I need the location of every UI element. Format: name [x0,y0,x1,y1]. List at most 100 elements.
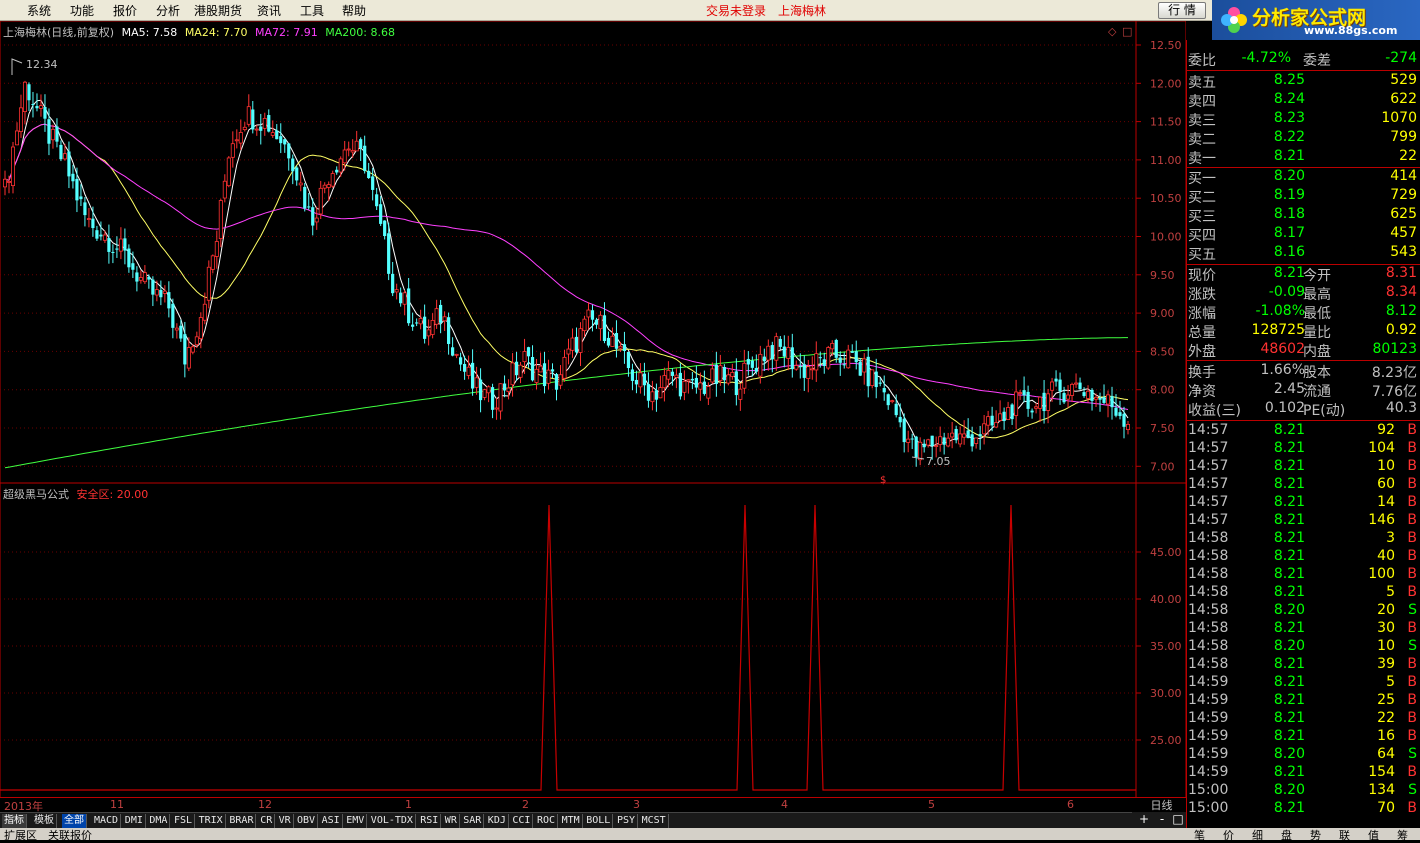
candle-body [322,184,327,189]
tab-mcst[interactable]: MCST [640,814,669,828]
menu-system[interactable]: 系统 [27,2,51,19]
tab-obv[interactable]: OBV [295,814,319,828]
tab-指标[interactable]: 指标 [2,814,27,828]
menu-info[interactable]: 资讯 [257,2,281,19]
panel-tab-5[interactable]: 联 [1339,827,1350,843]
flower-logo-icon [1221,7,1247,33]
tab-macd[interactable]: MACD [92,814,122,828]
tick-row: 14:59 8.21 154 B [1187,764,1420,783]
panel-tab-7[interactable]: 筹 [1397,827,1408,843]
panel-tab-6[interactable]: 值 [1368,827,1379,843]
tab-asi[interactable]: ASI [320,814,343,828]
quote-button[interactable]: 行 情 [1158,2,1206,19]
tab-vol-tdx[interactable]: VOL-TDX [369,814,416,828]
candle-body [1090,389,1094,401]
candle-body [303,186,307,209]
level-label: 买五 [1188,247,1216,263]
menu-help[interactable]: 帮助 [342,2,366,19]
tab-cr[interactable]: CR [258,814,276,828]
candle-body [782,346,786,357]
candle-body [206,266,211,301]
tab-trix[interactable]: TRIX [197,814,226,828]
stat-row: 外盘 48602 内盘 80123 [1187,341,1420,360]
tick-side: B [1407,692,1417,708]
high-marker [11,58,23,75]
candle-body [454,353,459,356]
candle-body [1046,393,1051,411]
candle-body [198,317,203,340]
tick-time: 14:59 [1188,692,1229,708]
candle-body [770,345,774,360]
zoom-out-button[interactable]: - [1154,812,1170,828]
tick-row: 14:58 8.21 100 B [1187,566,1420,585]
candle-body [766,345,771,361]
close-icon[interactable]: □ [1170,812,1186,828]
stat-value: 8.12 [1385,303,1417,319]
tick-row: 14:58 8.21 5 B [1187,584,1420,603]
tab-roc[interactable]: ROC [535,814,559,828]
tab-psy[interactable]: PSY [615,814,639,828]
chart-square-icon[interactable]: □ [1122,25,1132,38]
candle-body [538,365,543,373]
period-label[interactable]: 日线 [1137,797,1186,812]
zoom-in-button[interactable]: + [1136,812,1152,828]
panel-tab-3[interactable]: 盘 [1281,827,1292,843]
tick-volume: 10 [1377,458,1395,474]
brand-url[interactable]: www.88gs.com [1304,24,1397,37]
tab-dma[interactable]: DMA [147,814,171,828]
tab-cci[interactable]: CCI [510,814,534,828]
panel-tab-2[interactable]: 细 [1252,827,1263,843]
tab-vr[interactable]: VR [277,814,294,828]
candle-body [91,218,95,229]
candle-body [27,84,31,101]
panel-tab-1[interactable]: 价 [1223,827,1234,843]
price-axis-label: 9.00 [1150,307,1175,320]
tab-brar[interactable]: BRAR [227,814,257,828]
tab-sar[interactable]: SAR [461,814,485,828]
fin-label: 净资 [1188,384,1216,400]
stat-label: 涨幅 [1188,306,1216,322]
login-status[interactable]: 交易未登录 [706,2,766,19]
menu-analysis[interactable]: 分析 [156,2,180,19]
tick-time: 14:57 [1188,422,1229,438]
candle-body [326,184,331,188]
panel-tab-4[interactable]: 势 [1310,827,1321,843]
candle-body [383,220,387,237]
candle-body [318,187,323,215]
level-price: 8.24 [1273,91,1305,107]
extension-tab[interactable]: 扩展区 [4,827,37,843]
kline-chart[interactable]: 12.50 12.00 11.50 11.00 10.50 10.00 9.50 9.00 8.… [0,21,1186,798]
related-quote-tab[interactable]: 关联报价 [48,827,92,843]
menu-quote[interactable]: 报价 [113,2,137,19]
candle-body [1078,382,1082,390]
candle-body [18,107,23,132]
tab-dmi[interactable]: DMI [123,814,146,828]
candle-body [1058,379,1062,392]
tab-全部[interactable]: 全部 [62,814,87,828]
candle-body [1114,407,1118,416]
tab-模板[interactable]: 模板 [32,814,57,828]
tab-fsl[interactable]: FSL [172,814,196,828]
candle-body [354,140,359,152]
price-axis-label: 8.00 [1150,384,1175,397]
tab-rsi[interactable]: RSI [418,814,442,828]
candle-body [870,369,875,387]
tab-wr[interactable]: WR [443,814,460,828]
panel-tab-0[interactable]: 笔 [1194,827,1205,843]
chart-diamond-icon[interactable]: ◇ [1108,25,1117,38]
menu-function[interactable]: 功能 [70,2,94,19]
tab-mtm[interactable]: MTM [560,814,583,828]
indicator-axis-label: 45.00 [1150,546,1182,559]
candle-body [670,371,675,376]
menu-hk-futures[interactable]: 港股期货 [194,2,242,19]
tab-emv[interactable]: EMV [344,814,368,828]
candle-body [138,277,143,281]
tick-volume: 104 [1368,440,1395,456]
date-label: 11 [110,798,124,811]
menu-tools[interactable]: 工具 [300,2,324,19]
tab-boll[interactable]: BOLL [584,814,614,828]
candle-body [734,371,738,396]
tab-kdj[interactable]: KDJ [486,814,509,828]
date-label: 12 [258,798,272,811]
level-price: 8.20 [1273,168,1305,184]
